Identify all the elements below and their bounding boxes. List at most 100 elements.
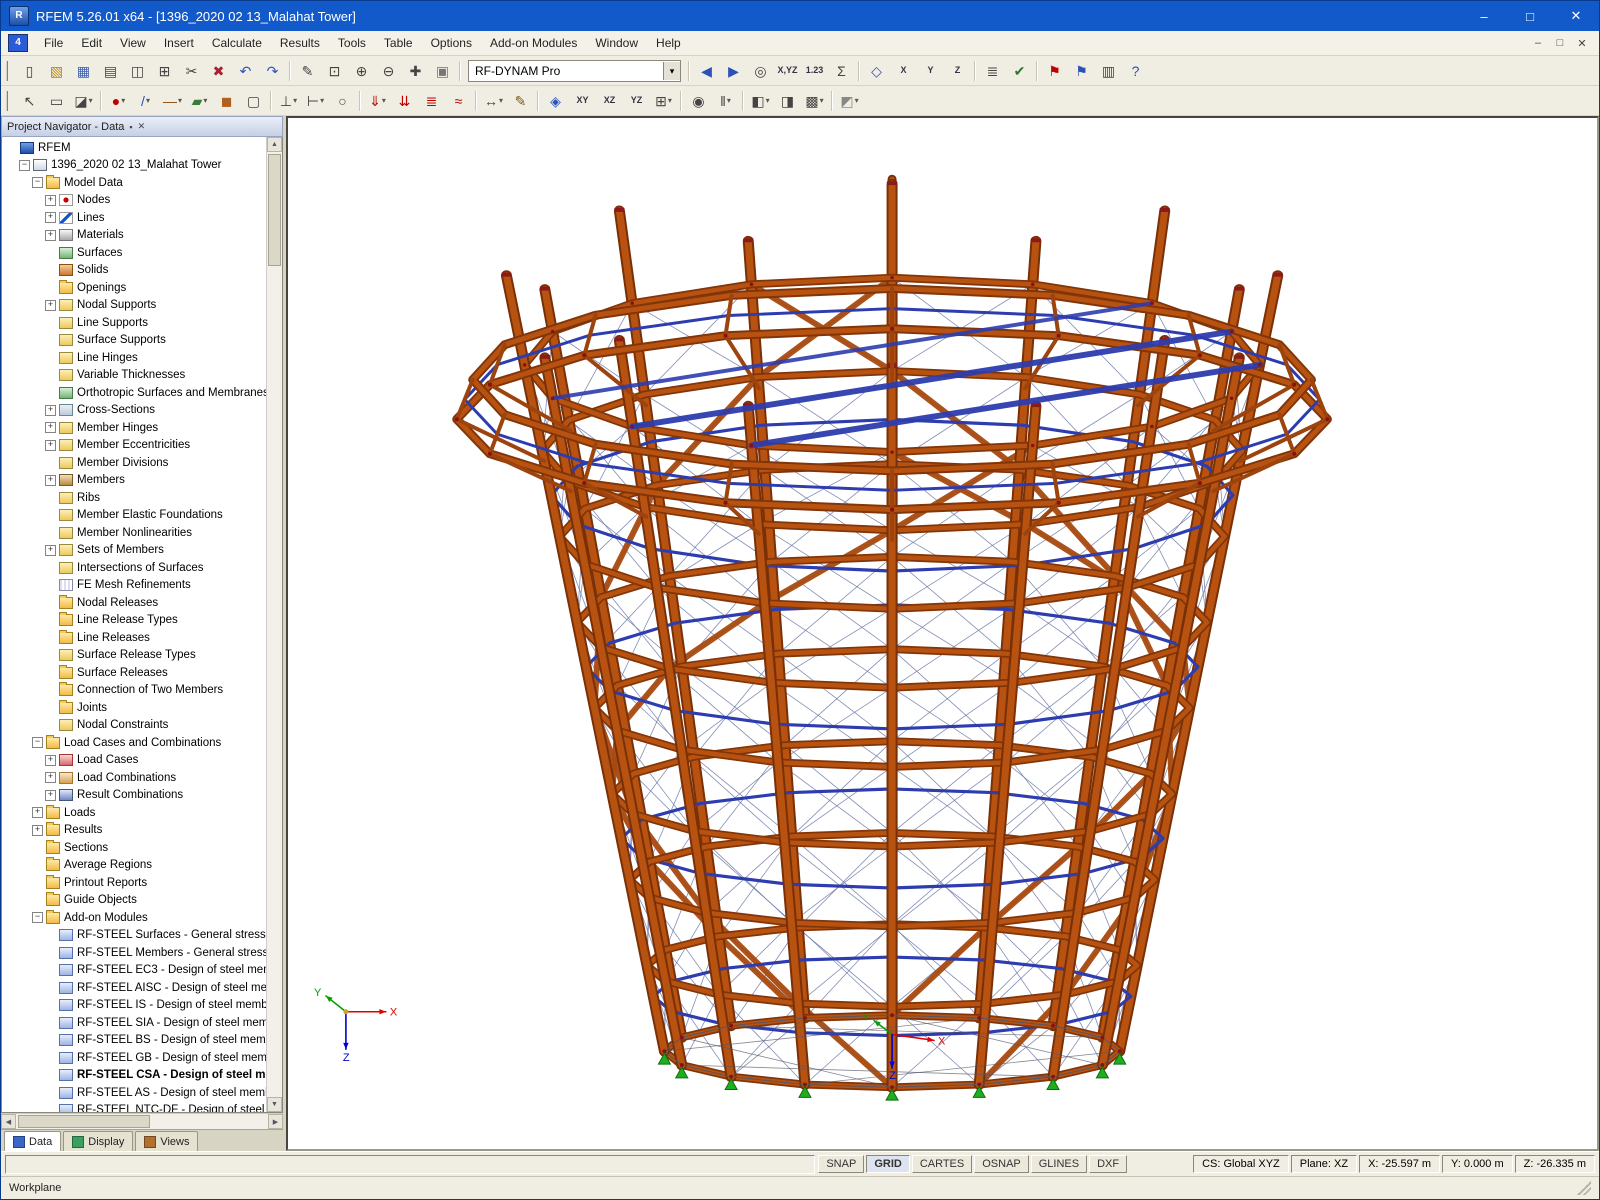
resize-grip[interactable]: [1577, 1181, 1591, 1195]
chevron-down-icon[interactable]: ▾: [820, 96, 824, 105]
grid-settings-button[interactable]: ⊞ ▾: [650, 89, 677, 113]
expand-icon[interactable]: +: [45, 439, 56, 451]
tree-item-rf-steel-as-design-of-steel-members[interactable]: RF-STEEL AS - Design of steel members: [2, 1084, 266, 1102]
tree-item-cross-sections[interactable]: + Cross-Sections: [2, 402, 266, 420]
menu-edit[interactable]: Edit: [72, 32, 111, 54]
expand-icon[interactable]: +: [45, 772, 56, 784]
tree-item-loads[interactable]: + Loads: [2, 804, 266, 822]
previous-view-button[interactable]: ◀: [693, 59, 720, 83]
expand-icon[interactable]: +: [45, 544, 56, 556]
collapse-icon[interactable]: −: [32, 737, 43, 749]
delete-button[interactable]: ✖: [205, 59, 232, 83]
mdi-minimize-button[interactable]: –: [1529, 37, 1547, 50]
tree-item-line-releases[interactable]: Line Releases: [2, 629, 266, 647]
generate-model-button[interactable]: ⚑: [1041, 59, 1068, 83]
toggle-grid[interactable]: GRID: [866, 1155, 910, 1173]
new-load-case-button[interactable]: ⇓ ▾: [364, 89, 391, 113]
viewport[interactable]: X Y Z X Y Z: [286, 116, 1599, 1151]
tree-item-nodal-constraints[interactable]: Nodal Constraints: [2, 717, 266, 735]
new-button[interactable]: ▯: [16, 59, 43, 83]
tree-item-nodes[interactable]: + Nodes: [2, 192, 266, 210]
tree-item-materials[interactable]: + Materials: [2, 227, 266, 245]
tree-item-members[interactable]: + Members: [2, 472, 266, 490]
tree-item-guide-objects[interactable]: Guide Objects: [2, 892, 266, 910]
toggle-glines[interactable]: GLINES: [1030, 1155, 1088, 1173]
cut-button[interactable]: ✂: [178, 59, 205, 83]
tree-item-member-divisions[interactable]: Member Divisions: [2, 454, 266, 472]
scrollbar-thumb[interactable]: [18, 1115, 150, 1128]
tree-item-surface-releases[interactable]: Surface Releases: [2, 664, 266, 682]
view-in-z-button[interactable]: Z: [944, 59, 971, 83]
open-button[interactable]: ▧: [43, 59, 70, 83]
plane-yz-button[interactable]: YZ: [623, 89, 650, 113]
guidelines-button[interactable]: ‖ ▾: [712, 89, 739, 113]
tree-item-load-combinations[interactable]: + Load Combinations: [2, 769, 266, 787]
new-opening-button[interactable]: ▢: [240, 89, 267, 113]
menu-results[interactable]: Results: [271, 32, 329, 54]
tab-display[interactable]: Display: [63, 1131, 134, 1151]
tree-item-rf-steel-csa-design-of-steel-members[interactable]: RF-STEEL CSA - Design of steel members: [2, 1067, 266, 1085]
tree-item-rf-steel-ntc-df-design-of-steel-members[interactable]: RF-STEEL NTC-DF - Design of steel member…: [2, 1102, 266, 1112]
tree-item-rf-steel-aisc-design-of-steel-members[interactable]: RF-STEEL AISC - Design of steel members: [2, 979, 266, 997]
tree-item-member-hinges[interactable]: + Member Hinges: [2, 419, 266, 437]
expand-icon[interactable]: +: [45, 789, 56, 801]
module-combo[interactable]: RF-DYNAM Pro ▾: [468, 59, 681, 82]
edit-button[interactable]: ✎: [294, 59, 321, 83]
tree-item-member-eccentricities[interactable]: + Member Eccentricities: [2, 437, 266, 455]
toggle-snap[interactable]: SNAP: [818, 1155, 865, 1173]
tree-item-rf-steel-ec3-design-of-steel-members[interactable]: RF-STEEL EC3 - Design of steel members: [2, 962, 266, 980]
pin-icon[interactable]: ▪: [129, 122, 132, 132]
collapse-icon[interactable]: −: [19, 159, 30, 171]
new-member-button[interactable]: — ▾: [159, 89, 186, 113]
new-surface-button[interactable]: ▰ ▾: [186, 89, 213, 113]
collapse-icon[interactable]: −: [32, 912, 43, 924]
clipping-planes-button[interactable]: ◨: [774, 89, 801, 113]
scroll-left-icon[interactable]: ◀: [1, 1114, 16, 1129]
tree-item-nodal-releases[interactable]: Nodal Releases: [2, 594, 266, 612]
tree-item-line-supports[interactable]: Line Supports: [2, 314, 266, 332]
menu-add-on-modules[interactable]: Add-on Modules: [481, 32, 586, 54]
plane-xy-button[interactable]: XY: [569, 89, 596, 113]
menu-file[interactable]: File: [35, 32, 72, 54]
work-plane-button[interactable]: ◈: [542, 89, 569, 113]
values-button[interactable]: 1.23: [801, 59, 828, 83]
menu-tools[interactable]: Tools: [329, 32, 375, 54]
chevron-down-icon[interactable]: ▾: [499, 96, 503, 105]
tree-item-member-elastic-foundations[interactable]: Member Elastic Foundations: [2, 507, 266, 525]
chevron-down-icon[interactable]: ▾: [382, 96, 386, 105]
save-button[interactable]: ▦: [70, 59, 97, 83]
chevron-down-icon[interactable]: ▾: [663, 61, 680, 80]
print-preview-button[interactable]: ◫: [124, 59, 151, 83]
tree-item-load-cases[interactable]: + Load Cases: [2, 752, 266, 770]
isometric-view-button[interactable]: ◇: [863, 59, 890, 83]
tree-item-line-hinges[interactable]: Line Hinges: [2, 349, 266, 367]
document-icon[interactable]: 4: [8, 34, 28, 52]
tree-item-lines[interactable]: + Lines: [2, 209, 266, 227]
scroll-right-icon[interactable]: ▶: [268, 1114, 283, 1129]
tab-views[interactable]: Views: [135, 1131, 199, 1151]
chevron-down-icon[interactable]: ▾: [766, 96, 770, 105]
expand-icon[interactable]: +: [45, 194, 56, 206]
tree-item-joints[interactable]: Joints: [2, 699, 266, 717]
chevron-down-icon[interactable]: ▾: [146, 96, 150, 105]
line-support-button[interactable]: ⊢ ▾: [302, 89, 329, 113]
toolbar-grip[interactable]: [6, 90, 11, 111]
tree-item-sections[interactable]: Sections: [2, 839, 266, 857]
calculate-all-button[interactable]: ≣: [979, 59, 1006, 83]
tree-item-rf-steel-sia-design-of-steel-members[interactable]: RF-STEEL SIA - Design of steel members: [2, 1014, 266, 1032]
mdi-close-button[interactable]: ✕: [1573, 37, 1591, 50]
tree-item-surface-release-types[interactable]: Surface Release Types: [2, 647, 266, 665]
scroll-up-icon[interactable]: ▲: [267, 137, 282, 152]
view-in-y-button[interactable]: Y: [917, 59, 944, 83]
tree-item-openings[interactable]: Openings: [2, 279, 266, 297]
tree-item-intersections-of-surfaces[interactable]: Intersections of Surfaces: [2, 559, 266, 577]
mdi-restore-button[interactable]: □: [1551, 37, 1569, 50]
zoom-in-button[interactable]: ⊕: [348, 59, 375, 83]
toggle-osnap[interactable]: OSNAP: [974, 1155, 1029, 1173]
plane-xz-button[interactable]: XZ: [596, 89, 623, 113]
tree-item-rf-steel-gb-design-of-steel-members[interactable]: RF-STEEL GB - Design of steel members: [2, 1049, 266, 1067]
surface-load-button[interactable]: ≣: [418, 89, 445, 113]
imperfection-button[interactable]: ≈: [445, 89, 472, 113]
maximize-button[interactable]: □: [1507, 1, 1553, 31]
tree-item-model-data[interactable]: − Model Data: [2, 174, 266, 192]
